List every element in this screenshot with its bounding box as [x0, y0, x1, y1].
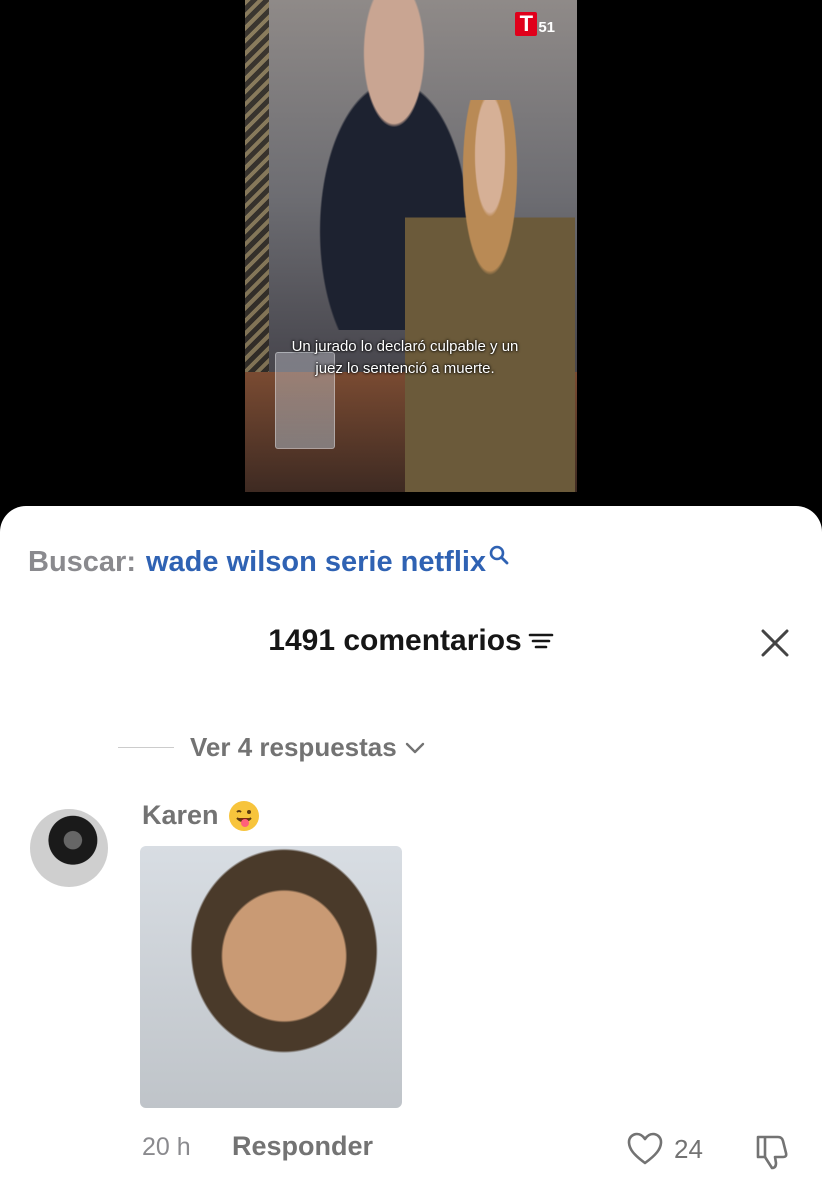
search-query-link[interactable]: wade wilson serie netflix — [146, 546, 486, 579]
heart-icon[interactable] — [626, 1131, 664, 1167]
like-button[interactable]: 24 — [626, 1131, 703, 1167]
comments-sheet: Buscar: wade wilson serie netflix 1491 c… — [0, 506, 822, 1199]
chevron-down-icon — [405, 742, 424, 753]
comment-timestamp: 20 h — [142, 1133, 191, 1161]
close-icon[interactable] — [760, 628, 790, 658]
username[interactable]: Karen — [142, 800, 219, 831]
channel-logo: T 51 — [515, 12, 555, 36]
logo-letter: T — [515, 12, 538, 36]
comments-header: 1491 comentarios — [0, 624, 822, 668]
dislike-icon[interactable] — [752, 1131, 792, 1171]
comments-count-title: 1491 comentarios — [0, 624, 822, 658]
avatar[interactable] — [30, 809, 108, 887]
video-frame[interactable]: T 51 Un jurado lo declaró culpable y un … — [245, 0, 577, 492]
comment-author[interactable]: Karen — [142, 800, 259, 831]
search-label: Buscar: — [28, 546, 136, 578]
replies-divider — [118, 747, 174, 748]
comment-image[interactable] — [140, 846, 402, 1108]
view-replies-button[interactable]: Ver 4 respuestas — [118, 732, 425, 763]
comment-footer: 20 h Responder 24 — [142, 1131, 792, 1171]
like-count: 24 — [674, 1133, 703, 1164]
video-caption: Un jurado lo declaró culpable y un juez … — [291, 338, 519, 377]
sort-icon[interactable] — [528, 629, 554, 653]
logo-number: 51 — [538, 19, 555, 36]
winking-tongue-emoji-icon — [228, 800, 259, 831]
video-player[interactable]: T 51 Un jurado lo declaró culpable y un … — [0, 0, 822, 520]
search-icon — [489, 545, 509, 564]
news-presenter — [405, 100, 575, 492]
view-replies-label: Ver 4 respuestas — [190, 732, 397, 762]
reply-button[interactable]: Responder — [232, 1131, 373, 1162]
comments-count-label: 1491 comentarios — [268, 624, 522, 657]
search-suggestion[interactable]: Buscar: wade wilson serie netflix — [28, 545, 510, 579]
